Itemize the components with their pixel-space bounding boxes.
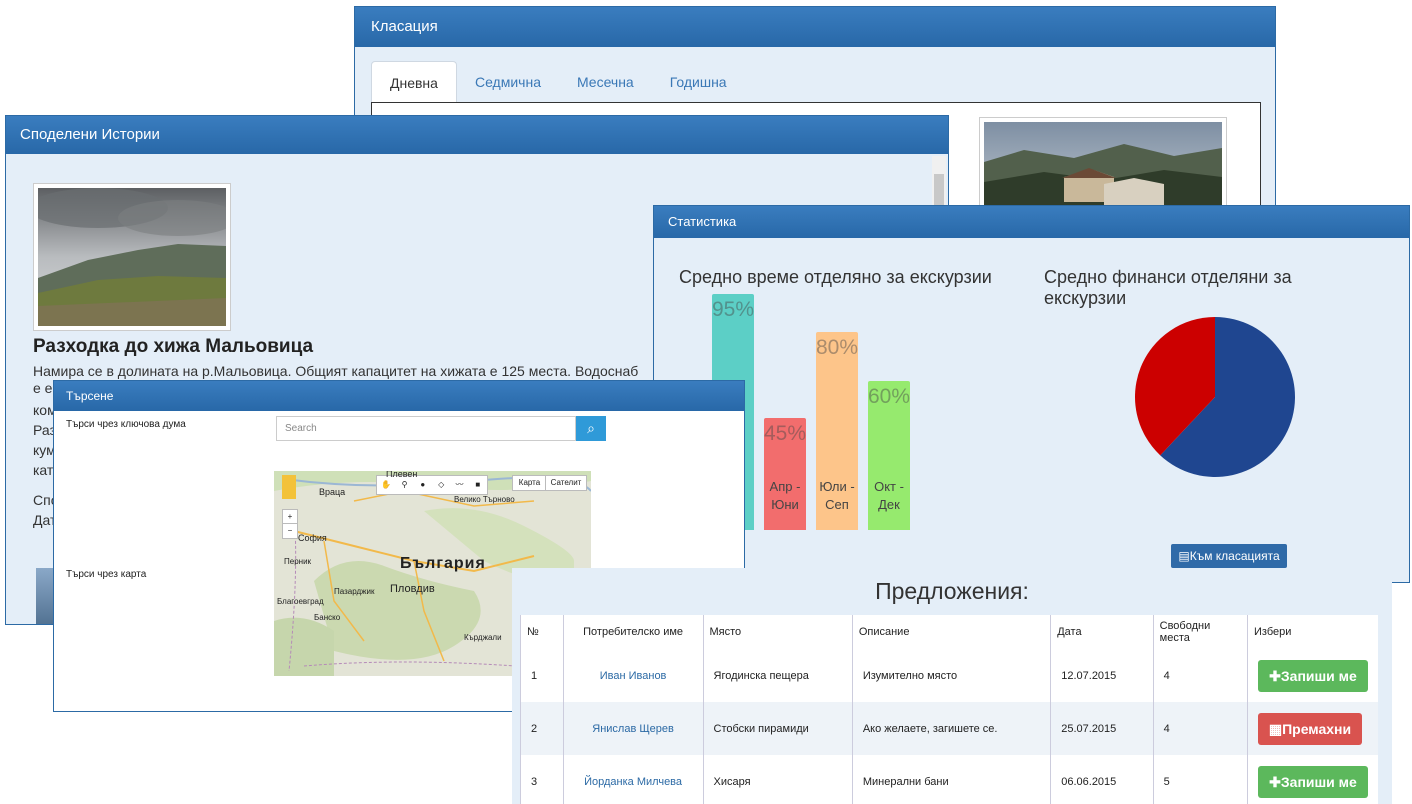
map-city-label: Велико Търново: [454, 495, 515, 504]
story-photo: [28, 183, 238, 331]
story-text-fragment: е е: [33, 380, 53, 396]
remove-button[interactable]: ▦Премахни: [1258, 712, 1362, 745]
date-cell: 06.06.2015: [1050, 755, 1154, 804]
description-cell: Изумително място: [851, 649, 1051, 702]
map-city-label: Кърджали: [464, 633, 502, 642]
pie-chart-title-line2: екскурзии: [1044, 288, 1127, 308]
map-city-label: Плевен: [386, 471, 418, 479]
stories-header: Споделени Истории: [6, 116, 948, 154]
seats-cell: 5: [1152, 755, 1248, 804]
seats-cell: 4: [1152, 649, 1248, 702]
col-header-number: №: [520, 615, 564, 649]
col-header-username: Потребителско име: [562, 615, 704, 649]
map-search-label: Търси чрез карта: [66, 569, 147, 580]
map-city-label: Банско: [314, 613, 341, 622]
description-cell: Ако желаете, загишете се.: [851, 702, 1051, 755]
polygon-icon[interactable]: ◇: [432, 476, 450, 494]
user-link[interactable]: Иван Иванов: [562, 649, 704, 702]
description-cell: Минерални бани: [851, 755, 1051, 804]
table-row: 2 Янислав Щерев Стобски пирамиди Ако жел…: [520, 702, 1378, 755]
map-city-label: Перник: [284, 557, 312, 566]
search-input[interactable]: Search: [276, 416, 576, 441]
bar-category-label: Окт - Дек: [874, 479, 904, 512]
zoom-out-button[interactable]: −: [282, 523, 298, 539]
action-cell: ▦Премахни: [1247, 702, 1378, 755]
date-cell: 25.07.2015: [1050, 702, 1154, 755]
col-header-date: Дата: [1050, 615, 1154, 649]
map-city-label: Враца: [319, 487, 346, 497]
action-cell: ✚Запиши ме: [1247, 649, 1378, 702]
col-header-free-seats: Свободни места: [1152, 615, 1248, 649]
to-ranking-button-label: Към класацията: [1189, 549, 1280, 563]
bar-value-label: 45%: [763, 422, 807, 445]
date-cell: 12.07.2015: [1050, 649, 1154, 702]
table-row: 1 Иван Иванов Ягодинска пещера Изумителн…: [520, 649, 1378, 702]
seats-cell: 4: [1152, 702, 1248, 755]
table-header-row: № Потребителско име Място Описание Дата …: [520, 615, 1378, 649]
remove-button-label: Премахни: [1282, 720, 1352, 737]
row-number: 2: [520, 702, 564, 755]
place-cell: Хисаря: [702, 755, 853, 804]
map-city-label: Пазарджик: [334, 587, 375, 596]
keyword-search-label: Търси чрез ключова дума: [66, 419, 186, 430]
ranking-tabs: Дневна Седмична Месечна Годишна: [371, 61, 745, 103]
place-cell: Ягодинска пещера: [702, 649, 853, 702]
story-text: Намира се в долината на р.Мальовица. Общ…: [33, 363, 639, 379]
signup-button-label: Запиши ме: [1280, 773, 1357, 790]
map-city-label: Пловдив: [390, 583, 435, 595]
offers-panel: Предложения: № Потребителско име Място О…: [512, 568, 1392, 804]
search-header: Търсене: [54, 381, 744, 411]
pie-chart: [1135, 317, 1295, 477]
bar-category-label: Апр - Юни: [769, 479, 801, 512]
offers-title: Предложения:: [875, 578, 1029, 604]
plus-icon: ✚: [1269, 667, 1281, 684]
story-title[interactable]: Разходка до хижа Мальовица: [33, 336, 313, 358]
polyline-icon[interactable]: 〰: [450, 476, 468, 494]
list-icon: ▤: [1178, 549, 1190, 563]
bar-value-label: 95%: [711, 298, 755, 321]
map-type-satellite-button[interactable]: Сателит: [545, 475, 587, 491]
ranking-header: Класация: [355, 7, 1275, 47]
statistics-window: Статистика Средно време отделяно за екск…: [653, 205, 1410, 583]
table-row: 3 Йорданка Милчева Хисаря Минерални бани…: [520, 755, 1378, 804]
bar-chart-title: Средно време отделяно за екскурзии: [679, 267, 992, 287]
tab-yearly[interactable]: Годишна: [652, 61, 745, 103]
signup-button[interactable]: ✚Запиши ме: [1258, 765, 1368, 798]
pie-chart-title: Средно финанси отделяни за екскурзии: [1044, 267, 1292, 309]
col-header-place: Място: [702, 615, 853, 649]
grid-icon: ▦: [1268, 720, 1283, 737]
story-text-fragment: кат: [33, 462, 54, 478]
search-icon: ⌕: [587, 420, 595, 436]
row-number: 1: [520, 649, 564, 702]
action-cell: ✚Запиши ме: [1247, 755, 1378, 804]
signup-button[interactable]: ✚Запиши ме: [1258, 659, 1368, 692]
statistics-header: Статистика: [654, 206, 1409, 238]
plus-icon: ✚: [1269, 773, 1281, 790]
place-cell: Стобски пирамиди: [702, 702, 853, 755]
tab-daily[interactable]: Дневна: [371, 61, 457, 103]
map-type-map-button[interactable]: Карта: [512, 475, 547, 491]
tab-monthly[interactable]: Месечна: [559, 61, 652, 103]
col-header-choose: Избери: [1247, 615, 1378, 649]
col-header-description: Описание: [851, 615, 1051, 649]
user-link[interactable]: Йорданка Милчева: [562, 755, 704, 804]
signup-button-label: Запиши ме: [1280, 667, 1357, 684]
pegman-icon[interactable]: [282, 475, 296, 499]
bar-category-label: Юли - Сеп: [819, 479, 855, 512]
bar-value-label: 80%: [815, 336, 859, 359]
bar-value-label: 60%: [867, 385, 911, 408]
rectangle-icon[interactable]: ■: [469, 476, 487, 494]
map-city-label: София: [298, 533, 327, 543]
tab-weekly[interactable]: Седмична: [457, 61, 559, 103]
pie-chart-title-line1: Средно финанси отделяни за: [1044, 267, 1292, 287]
to-ranking-button[interactable]: ▤Към класацията: [1171, 544, 1287, 568]
user-link[interactable]: Янислав Щерев: [562, 702, 704, 755]
offers-table: № Потребителско име Място Описание Дата …: [520, 615, 1378, 804]
map-country-label: България: [400, 555, 486, 572]
search-button[interactable]: ⌕: [576, 416, 606, 441]
row-number: 3: [520, 755, 564, 804]
map-city-label: Благоевград: [277, 597, 324, 606]
